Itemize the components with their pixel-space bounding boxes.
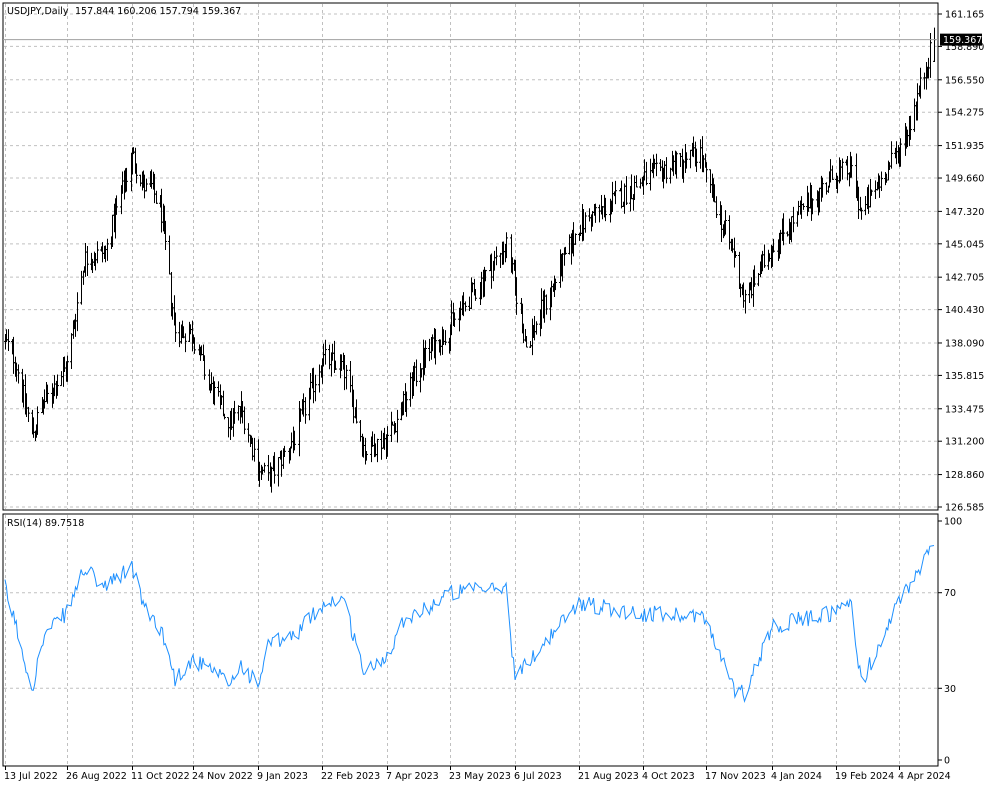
time-tick-label: 11 Oct 2022 [131,771,190,782]
price-tick-label: 145.045 [945,239,984,250]
chart-header-ohlc: 157.844 160.206 157.794 159.367 [75,6,241,17]
price-tick-label: 161.165 [945,10,984,21]
time-tick-label: 7 Apr 2023 [386,771,439,782]
time-tick-label: 4 Jan 2024 [771,771,822,782]
rsi-pane-frame [2,513,939,767]
price-tick-label: 142.705 [945,273,984,284]
price-tick-label: 138.090 [945,338,984,349]
time-tick-label: 4 Oct 2023 [642,771,695,782]
price-pane-frame [2,2,939,511]
price-tick-label: 135.815 [945,371,984,382]
rsi-tick-label: 30 [944,684,956,695]
price-tick-label: 151.935 [945,141,984,152]
rsi-tick-label: 100 [944,517,962,528]
chart-header-symbol: USDJPY,Daily [7,6,69,17]
price-tick-label: 147.320 [945,207,984,218]
price-tick-label: 140.430 [945,305,984,316]
time-tick-label: 4 Apr 2024 [898,771,951,782]
price-tick-label: 149.660 [945,174,984,185]
price-tick-label: 128.860 [945,470,984,481]
rsi-tick-label: 70 [944,588,956,599]
rsi-axis: 100 70 30 0 [938,517,962,767]
rsi-header: RSI(14) 89.7518 [7,518,84,529]
price-tick-label: 126.585 [945,503,984,514]
time-tick-label: 9 Jan 2023 [257,771,308,782]
current-price-tag-label: 159.367 [943,35,982,46]
time-tick-label: 21 Aug 2023 [578,771,639,782]
price-tick-label: 131.200 [945,437,984,448]
price-pane: 161.165158.890156.550154.275151.935149.6… [2,2,984,514]
price-axis: 161.165158.890156.550154.275151.935149.6… [938,10,984,514]
price-tick-label: 154.275 [945,108,984,119]
time-tick-label: 19 Feb 2024 [835,771,894,782]
time-tick-label: 26 Aug 2022 [66,771,127,782]
time-tick-label: 24 Nov 2022 [192,771,253,782]
time-tick-label: 6 Jul 2023 [514,771,562,782]
rsi-pane: 100 70 30 0 RSI(14) 89.7518 [2,513,962,767]
time-tick-label: 13 Jul 2022 [4,771,58,782]
chart-canvas: 161.165158.890156.550154.275151.935149.6… [2,2,984,782]
time-tick-label: 22 Feb 2023 [321,771,380,782]
time-axis: 13 Jul 2022 26 Aug 2022 11 Oct 2022 24 Nov … [3,765,951,782]
rsi-tick-label: 0 [944,756,950,767]
current-price-tag: 159.367 [940,33,982,46]
price-tick-label: 156.550 [945,75,984,86]
time-tick-label: 23 May 2023 [449,771,511,782]
price-tick-label: 133.475 [945,404,984,415]
time-tick-label: 17 Nov 2023 [705,771,766,782]
